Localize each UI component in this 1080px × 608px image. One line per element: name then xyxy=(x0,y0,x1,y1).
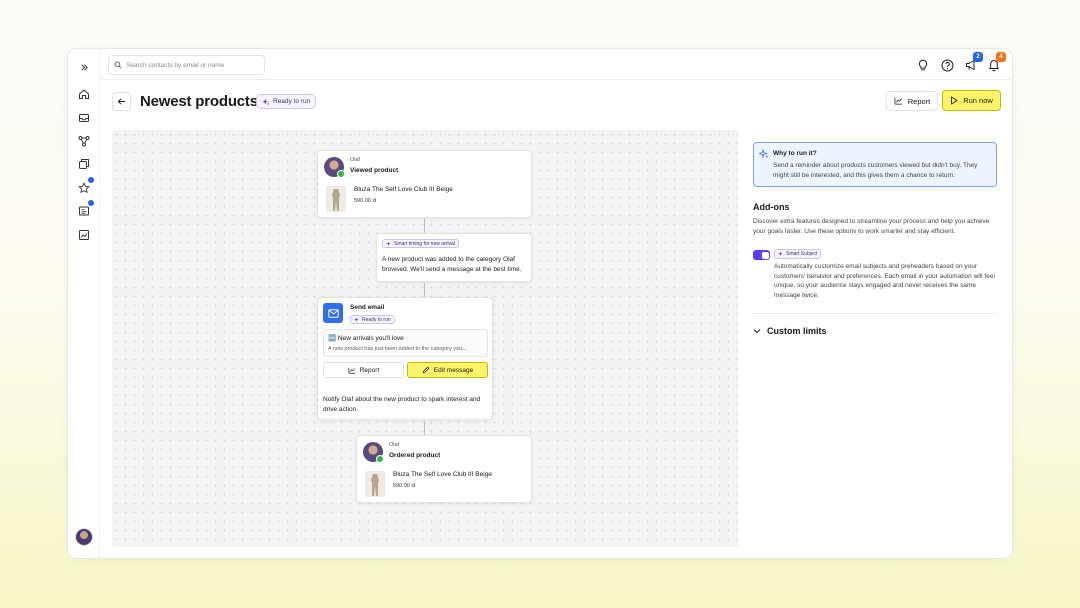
lightbulb-icon[interactable] xyxy=(916,58,930,72)
play-icon xyxy=(951,96,958,105)
run-now-label: Run now xyxy=(963,96,993,105)
new-indicator xyxy=(88,177,94,183)
send-email-node[interactable]: Send email Ready to run 🆕 New arrivals y… xyxy=(317,297,493,420)
product-price: 590.00 zł xyxy=(393,483,416,489)
user-avatar[interactable] xyxy=(75,528,93,546)
edit-message-button[interactable]: Edit message xyxy=(407,362,488,378)
smart-timing-chip: Smart timing for new arrival xyxy=(382,239,459,248)
arrow-left-icon xyxy=(117,98,126,105)
search-bar[interactable] xyxy=(108,55,265,75)
smart-subject-chip: Smart Subject xyxy=(774,249,822,259)
check-icon xyxy=(376,455,384,463)
trigger-event: Viewed product xyxy=(350,167,399,174)
email-preheader: A new product has just been added to the… xyxy=(328,346,467,352)
new-indicator xyxy=(88,200,94,206)
forms-icon[interactable] xyxy=(76,200,94,219)
why-text: Send a reminder about products customers… xyxy=(773,162,978,179)
email-report-button[interactable]: Report xyxy=(323,362,404,378)
notifications-badge: 4 xyxy=(996,52,1006,62)
timing-node[interactable]: Smart timing for new arrival A new produ… xyxy=(376,233,532,282)
search-input[interactable] xyxy=(126,61,256,69)
connector xyxy=(424,219,425,234)
status-badge: Ready to run xyxy=(256,94,317,109)
sidebar xyxy=(68,49,100,558)
top-bar: 2 4 xyxy=(100,49,1012,80)
email-description: Notify Olaf about the new product to spa… xyxy=(323,396,481,413)
expand-sidebar-icon[interactable] xyxy=(76,59,92,75)
report-icon xyxy=(894,97,902,105)
analytics-icon[interactable] xyxy=(76,227,92,243)
contact-name: Olaf xyxy=(350,157,361,163)
timing-description: A new product was added to the category … xyxy=(382,256,522,273)
workflow-canvas[interactable]: Olaf Viewed product Bluza The Self Love … xyxy=(112,130,738,547)
custom-limits-label: Custom limits xyxy=(767,326,827,336)
templates-icon[interactable] xyxy=(76,156,92,172)
sparkles-icon xyxy=(759,149,769,159)
chevron-down-icon xyxy=(753,329,761,334)
back-button[interactable] xyxy=(112,92,131,111)
smart-timing-label: Smart timing for new arrival xyxy=(394,240,455,247)
page-title: Newest products xyxy=(140,93,258,110)
automation-icon[interactable] xyxy=(76,133,92,149)
report-button[interactable]: Report xyxy=(886,91,938,111)
product-name: Bluza The Self Love Club III Beige xyxy=(354,186,453,193)
check-icon xyxy=(337,170,345,178)
edit-message-label: Edit message xyxy=(433,366,474,374)
why-title: Why to run it? xyxy=(773,150,817,157)
inbox-icon[interactable] xyxy=(76,110,92,126)
smart-subject-label: Smart Subject xyxy=(786,251,818,257)
status-label: Ready to run xyxy=(273,98,311,105)
app-window: 2 4 Newest products Ready to run Report … xyxy=(67,48,1013,559)
product-name: Bluza The Self Love Club III Beige xyxy=(393,471,492,478)
favorites-icon[interactable] xyxy=(76,177,94,196)
home-icon[interactable] xyxy=(76,86,92,102)
why-run-box: Why to run it? Send a reminder about pro… xyxy=(753,142,997,187)
email-report-label: Report xyxy=(359,366,380,374)
sparkle-icon xyxy=(386,241,391,246)
addons-title: Add-ons xyxy=(753,202,790,212)
notifications-icon[interactable]: 4 xyxy=(987,52,1006,72)
email-status-label: Ready to run xyxy=(362,316,391,323)
product-image xyxy=(326,186,346,212)
contact-name: Olaf xyxy=(389,442,400,448)
goal-event: Ordered product xyxy=(389,452,441,459)
announcements-badge: 2 xyxy=(973,52,983,62)
pencil-icon xyxy=(422,366,430,374)
custom-limits-toggle[interactable]: Custom limits xyxy=(753,326,827,336)
divider xyxy=(753,313,997,314)
goal-node[interactable]: Olaf Ordered product Bluza The Self Love… xyxy=(356,435,532,503)
sparkle-icon xyxy=(354,317,359,322)
search-icon xyxy=(114,61,122,69)
report-icon xyxy=(348,367,355,374)
smart-subject-description: Automatically customize email subjects a… xyxy=(774,263,995,299)
email-icon xyxy=(323,303,343,323)
run-now-button[interactable]: Run now xyxy=(942,90,1001,111)
product-price: 590.00 zł xyxy=(354,198,377,204)
help-icon[interactable] xyxy=(940,58,954,72)
email-node-title: Send email xyxy=(350,304,385,311)
smart-subject-toggle[interactable] xyxy=(753,250,770,260)
sparkle-icon xyxy=(262,98,270,105)
trigger-node[interactable]: Olaf Viewed product Bluza The Self Love … xyxy=(317,150,532,218)
connector xyxy=(424,421,425,436)
addons-description: Discover extra features designed to stre… xyxy=(753,218,990,235)
sparkle-icon xyxy=(778,251,783,256)
email-subject: 🆕 New arrivals you'll love xyxy=(328,335,404,342)
email-preview[interactable]: 🆕 New arrivals you'll love A new product… xyxy=(323,329,488,357)
report-label: Report xyxy=(907,96,931,106)
connector xyxy=(424,283,425,298)
email-status-chip: Ready to run xyxy=(350,315,395,324)
announcements-icon[interactable]: 2 xyxy=(964,52,983,72)
product-image xyxy=(365,471,385,497)
